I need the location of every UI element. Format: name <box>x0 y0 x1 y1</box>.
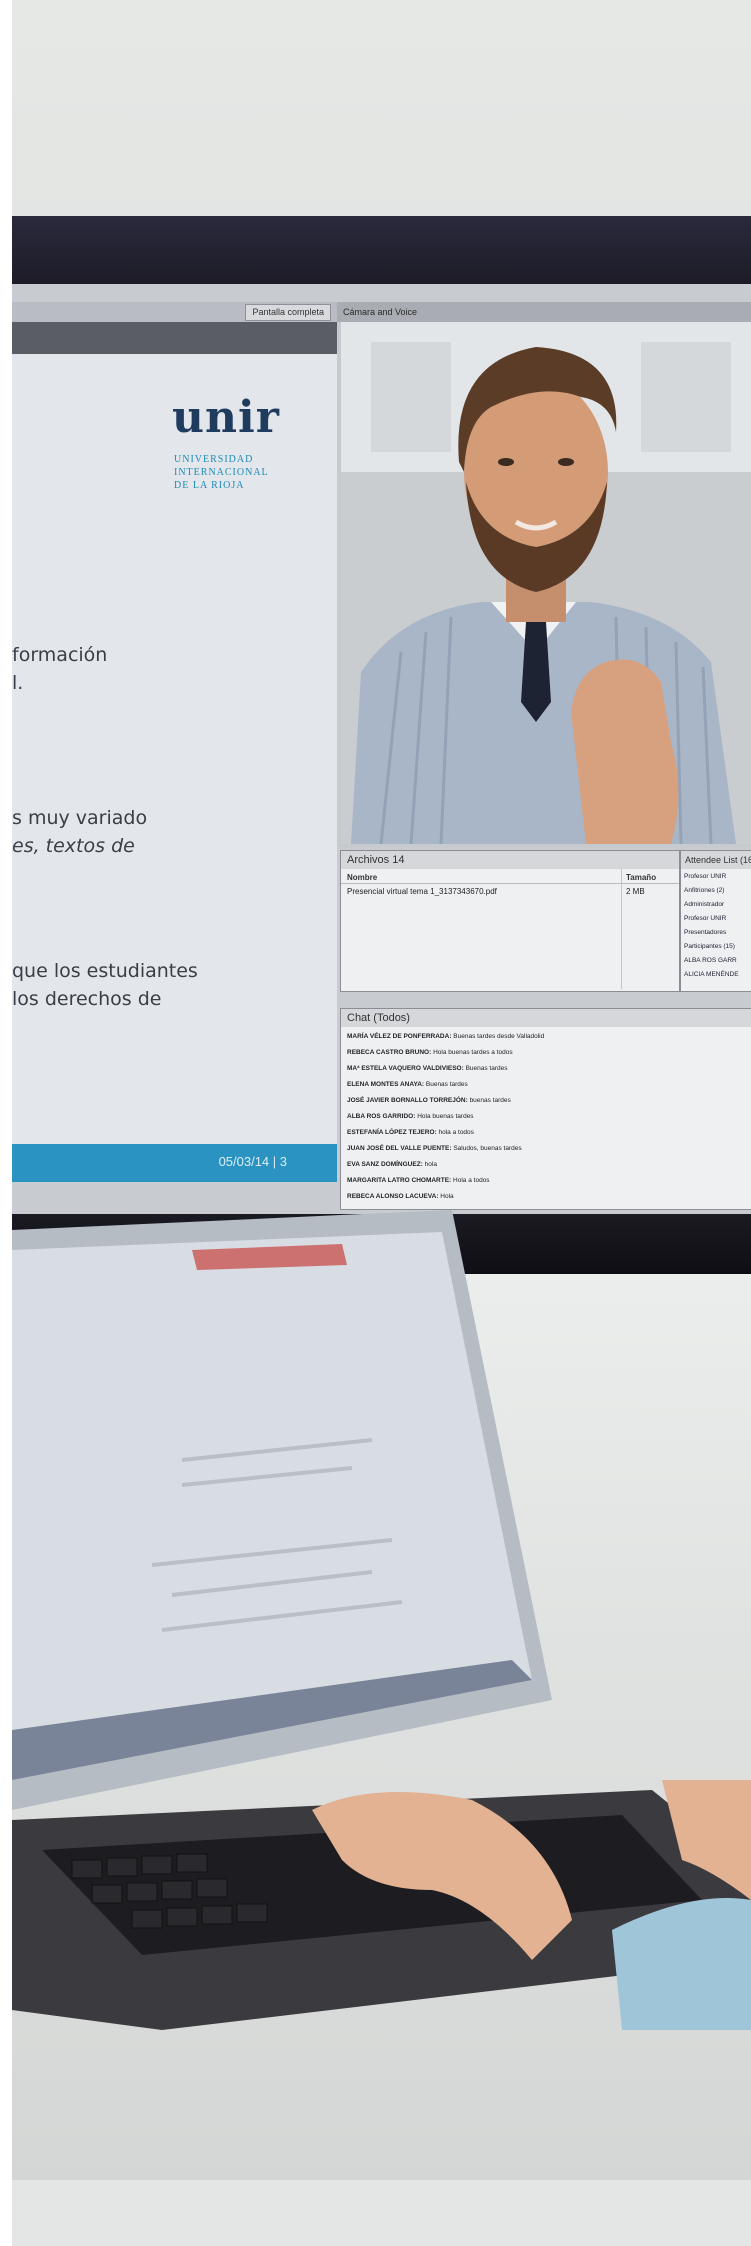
monitor-top-bezel <box>12 216 751 286</box>
slide-body: unir UNIVERSIDAD INTERNACIONAL DE LA RIO… <box>12 354 337 1144</box>
chat-panel-title: Chat (Todos) <box>341 1009 751 1027</box>
chat-message: JUAN JOSÉ DEL VALLE PUENTE: Saludos, bue… <box>347 1145 522 1152</box>
chat-sender: ESTEFANÍA LÓPEZ TEJERO: <box>347 1129 437 1136</box>
chat-sender: ELENA MONTES ANAYA: <box>347 1081 425 1088</box>
attendee-row[interactable]: Profesor UNIR <box>684 915 726 922</box>
chat-text: Saludos, buenas tardes <box>453 1145 522 1152</box>
webcam-video <box>341 322 751 844</box>
camera-voice-panel: Cámara and Voice <box>337 302 751 847</box>
chat-text: buenas tardes <box>469 1097 511 1104</box>
slide-header-band <box>12 322 337 354</box>
attendee-group[interactable]: Anfitriones (2) <box>684 887 724 894</box>
attendee-row[interactable]: ALICIA MENÉNDE <box>684 971 739 978</box>
chat-text: Hola buenas tardes a todos <box>433 1049 513 1056</box>
chat-message: ESTEFANÍA LÓPEZ TEJERO: hola a todos <box>347 1129 474 1136</box>
chat-text: hola a todos <box>438 1129 474 1136</box>
attendee-row[interactable]: Administrador <box>684 901 724 908</box>
photo-scene: Pantalla completa unir UNIVERSIDAD INTER… <box>0 0 751 2246</box>
chat-message: ALBA ROS GARRIDO: Hola buenas tardes <box>347 1113 474 1120</box>
chat-message: JOSÉ JAVIER BORNALLO TORREJÓN: buenas ta… <box>347 1097 511 1104</box>
files-column-size: Tamaño <box>626 873 657 882</box>
logo-subtitle-line: INTERNACIONAL <box>174 467 269 478</box>
files-panel-title: Archivos 14 <box>341 851 679 869</box>
chat-message: REBECA CASTRO BRUNO: Hola buenas tardes … <box>347 1049 513 1056</box>
slide-text-line: los derechos de <box>12 988 162 1010</box>
slide-toolbar: Pantalla completa <box>12 302 337 322</box>
slide-text-line: s muy variado <box>12 807 148 829</box>
camera-panel-title: Cámara and Voice <box>337 302 751 322</box>
chat-sender: REBECA ALONSO LACUEVA: <box>347 1193 439 1200</box>
slide-text-line: es, textos de <box>12 835 135 857</box>
desk-edge <box>12 2180 751 2246</box>
files-column-name: Nombre <box>347 873 378 882</box>
attendee-list-panel: Attendee List (16) Profesor UNIR Anfitri… <box>680 850 751 992</box>
fullscreen-button[interactable]: Pantalla completa <box>245 304 331 321</box>
files-panel: Archivos 14 Nombre Tamaño Presencial vir… <box>340 850 680 992</box>
unir-logo: unir <box>172 392 280 443</box>
chat-sender: JUAN JOSÉ DEL VALLE PUENTE: <box>347 1145 452 1152</box>
files-column-divider <box>621 869 622 989</box>
chat-message: MARGARITA LATRO CHOMARTE: Hola a todos <box>347 1177 490 1184</box>
logo-subtitle-line: DE LA RIOJA <box>174 480 245 491</box>
presenter-video-image <box>341 322 751 844</box>
attendee-group[interactable]: Presentadores <box>684 929 726 936</box>
logo-subtitle-line: UNIVERSIDAD <box>174 454 254 465</box>
file-size: 2 MB <box>626 887 645 896</box>
chat-sender: MARGARITA LATRO CHOMARTE: <box>347 1177 452 1184</box>
slide-text-line: l. <box>12 672 24 694</box>
laptop-screen <box>12 1210 552 1810</box>
chat-sender: ALBA ROS GARRIDO: <box>347 1113 416 1120</box>
chat-message: MAª ESTELA VAQUERO VALDIVIESO: Buenas ta… <box>347 1065 508 1072</box>
file-name[interactable]: Presencial virtual tema 1_3137343670.pdf <box>347 887 497 896</box>
chat-sender: MARÍA VÉLEZ DE PONFERRADA: <box>347 1033 452 1040</box>
chat-text: Hola <box>440 1193 454 1200</box>
chat-panel: Chat (Todos) MARÍA VÉLEZ DE PONFERRADA: … <box>340 1008 751 1210</box>
attendee-group[interactable]: Participantes (15) <box>684 943 735 950</box>
chat-text: Hola a todos <box>453 1177 490 1184</box>
files-header-divider <box>341 883 679 884</box>
slide-text-line: formación <box>12 644 108 666</box>
slide-footer: 05/03/14 | 3 <box>12 1144 337 1182</box>
presentation-slide-panel: Pantalla completa unir UNIVERSIDAD INTER… <box>12 302 337 1182</box>
chat-sender: EVA SANZ DOMÍNGUEZ: <box>347 1161 423 1168</box>
slide-page-number: 05/03/14 | 3 <box>218 1154 287 1169</box>
chat-text: Buenas tardes desde Valladolid <box>453 1033 545 1040</box>
laptop-keyboard <box>12 1780 751 2030</box>
chat-text: Buenas tardes <box>425 1081 468 1088</box>
chat-message: REBECA ALONSO LACUEVA: Hola <box>347 1193 454 1200</box>
chat-text: Buenas tardes <box>465 1065 508 1072</box>
chat-text: Hola buenas tardes <box>417 1113 474 1120</box>
attendee-row[interactable]: ALBA ROS GARR <box>684 957 737 964</box>
chat-message: EVA SANZ DOMÍNGUEZ: hola <box>347 1161 437 1168</box>
chat-message: MARÍA VÉLEZ DE PONFERRADA: Buenas tardes… <box>347 1033 544 1040</box>
chat-sender: REBECA CASTRO BRUNO: <box>347 1049 432 1056</box>
chat-sender: MAª ESTELA VAQUERO VALDIVIESO: <box>347 1065 464 1072</box>
slide-text-line: que los estudiantes <box>12 960 198 982</box>
attendee-row[interactable]: Profesor UNIR <box>684 873 726 880</box>
chat-sender: JOSÉ JAVIER BORNALLO TORREJÓN: <box>347 1097 468 1104</box>
chat-text: hola <box>424 1161 437 1168</box>
attendee-list-title: Attendee List (16) <box>681 851 751 869</box>
chat-message: ELENA MONTES ANAYA: Buenas tardes <box>347 1081 468 1088</box>
